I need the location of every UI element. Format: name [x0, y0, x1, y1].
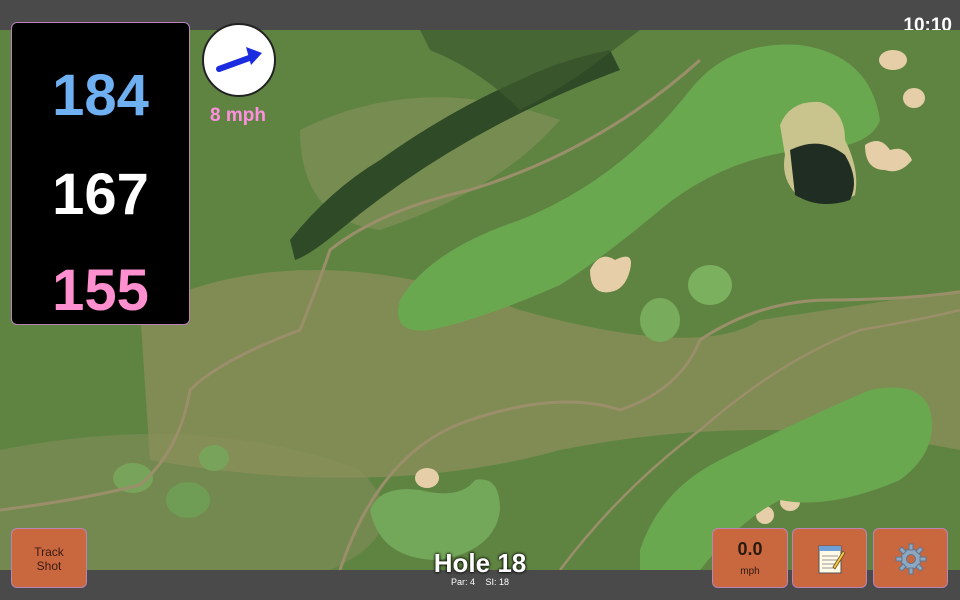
yardage-panel: 184 167 155 [11, 22, 190, 325]
front-yardage: 155 [52, 258, 149, 323]
track-shot-button[interactable]: Track Shot [11, 528, 87, 588]
middle-yardage: 167 [52, 162, 149, 227]
gear-icon [895, 543, 927, 575]
arrow-icon [216, 47, 262, 72]
hole-title: Hole 18 [433, 548, 527, 578]
hole-par: Par: 4 [450, 577, 475, 587]
track-shot-label-line2: Shot [36, 559, 62, 573]
back-yardage: 184 [52, 63, 149, 128]
notes-button[interactable] [792, 528, 867, 588]
wind-speed: 8 mph [210, 105, 266, 126]
speed-unit: mph [740, 566, 760, 577]
notepad-icon [818, 545, 846, 574]
speed-value: 0.0 [737, 539, 763, 559]
settings-button[interactable] [873, 528, 948, 588]
hole-info: Par: 4 SI: 18 [400, 577, 560, 587]
track-shot-label-line1: Track [34, 545, 64, 559]
speed-button[interactable]: 0.0 mph [712, 528, 788, 588]
wind-indicator [202, 23, 276, 97]
hole-stroke-index: SI: 18 [485, 577, 510, 587]
